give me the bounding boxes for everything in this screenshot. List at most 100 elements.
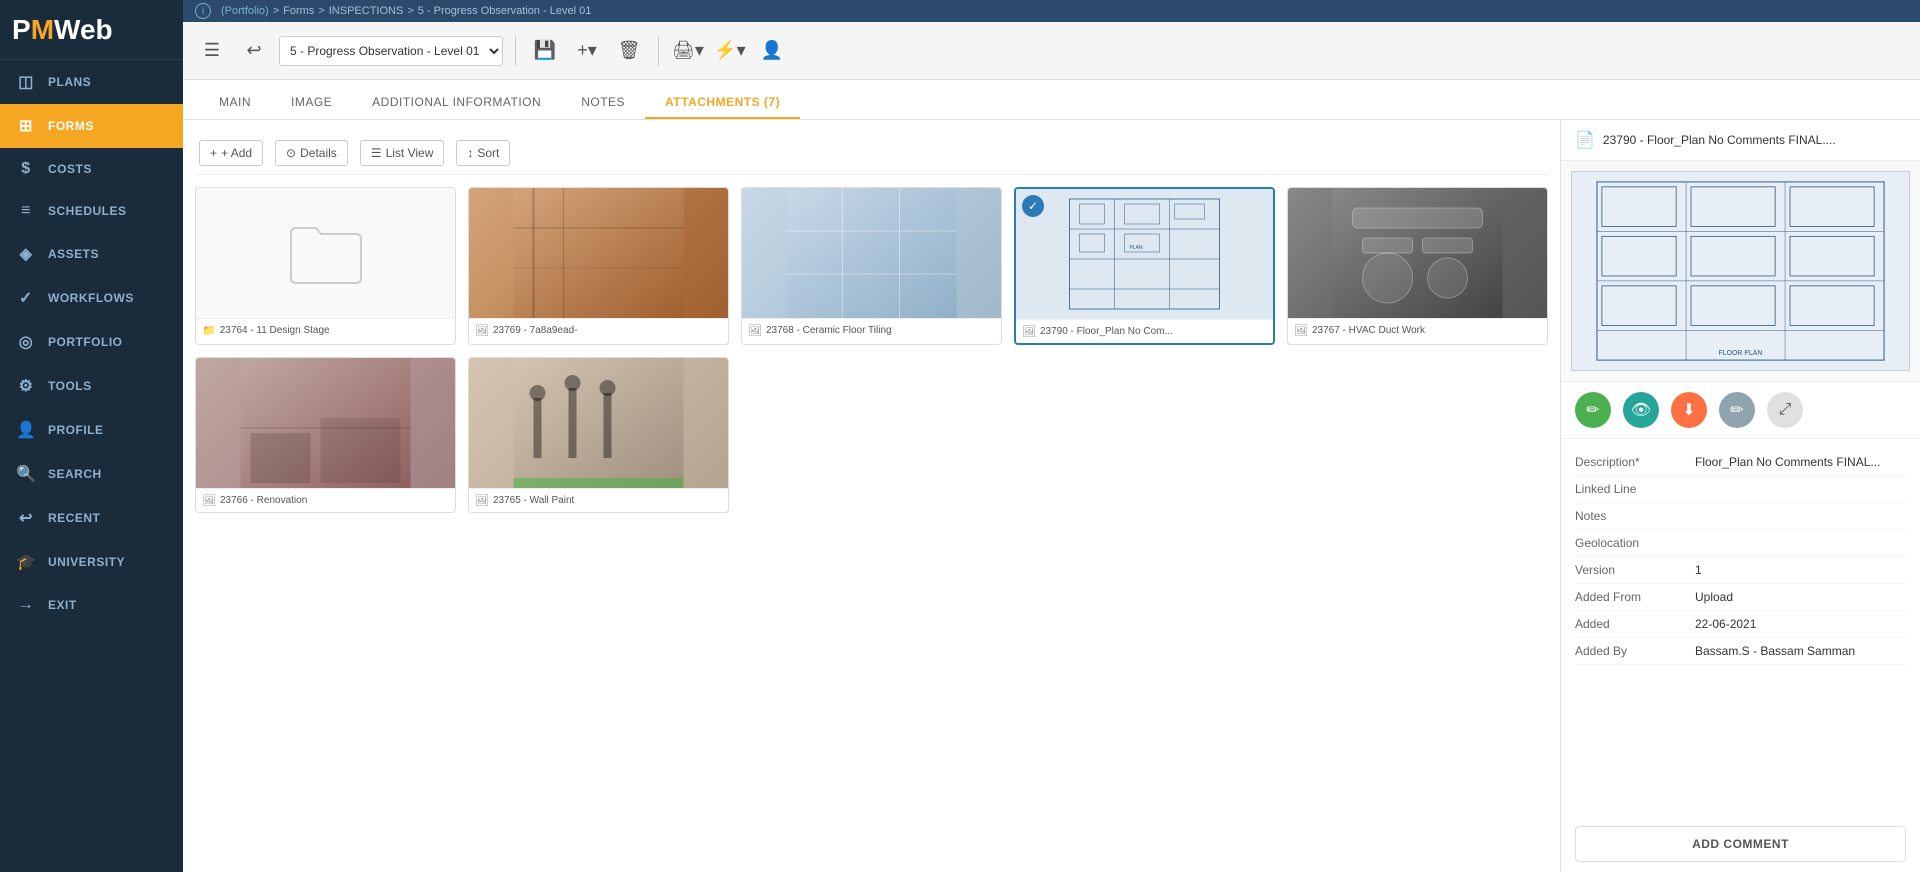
detail-row-added-by: Added By Bassam.S - Bassam Samman <box>1575 638 1906 665</box>
toolbar-separator-1 <box>515 36 516 66</box>
sidebar-item-search[interactable]: 🔍 SEARCH <box>0 452 183 496</box>
image-icon: 🖼 <box>748 324 762 337</box>
sidebar-item-costs[interactable]: $ COSTS <box>0 148 183 190</box>
detail-row-notes: Notes <box>1575 503 1906 530</box>
user-button[interactable]: 👤 <box>755 34 789 68</box>
tab-notes[interactable]: NOTES <box>561 87 645 119</box>
preview-area: FLOOR PLAN <box>1561 161 1920 382</box>
exit-icon: → <box>16 596 36 614</box>
thumbnail-card[interactable]: 🖼 23766 - Renovation <box>195 357 456 513</box>
print-button[interactable]: 🖨▾ <box>671 34 705 68</box>
workflows-icon: ✓ <box>16 288 36 308</box>
thumbnail-image <box>742 188 1001 318</box>
thumbnail-card[interactable]: 📁 23764 - 11 Design Stage <box>195 187 456 345</box>
folder-icon: 📁 <box>202 324 216 337</box>
tab-attachments[interactable]: ATTACHMENTS (7) <box>645 87 800 119</box>
detail-label: Version <box>1575 563 1695 577</box>
portfolio-link[interactable]: (Portfolio) <box>221 5 269 17</box>
profile-icon: 👤 <box>16 420 36 440</box>
detail-row-geolocation: Geolocation <box>1575 530 1906 557</box>
detail-value: 1 <box>1695 563 1906 577</box>
add-attachment-button[interactable]: + + Add <box>199 140 263 166</box>
svg-text:PLAN: PLAN <box>1130 245 1143 251</box>
sidebar-item-portfolio[interactable]: ◎ PORTFOLIO <box>0 320 183 364</box>
detail-row-added-from: Added From Upload <box>1575 584 1906 611</box>
bolt-button[interactable]: ⚡▾ <box>713 34 747 68</box>
sidebar-item-label: PROFILE <box>48 423 104 437</box>
thumbnail-image <box>196 188 455 318</box>
thumbnail-card[interactable]: 🖼 23767 - HVAC Duct Work <box>1287 187 1548 345</box>
search-icon: 🔍 <box>16 464 36 484</box>
add-button[interactable]: +▾ <box>570 34 604 68</box>
logo: PMWeb <box>0 0 183 60</box>
sidebar-item-assets[interactable]: ◈ ASSETS <box>0 232 183 276</box>
view-button[interactable]: 👁 <box>1623 392 1659 428</box>
sidebar-item-label: EXIT <box>48 598 77 612</box>
details-section: Description* Floor_Plan No Comments FINA… <box>1561 439 1920 816</box>
tab-additional[interactable]: ADDITIONAL INFORMATION <box>352 87 561 119</box>
list-button[interactable]: ☰ <box>195 34 229 68</box>
image-icon: 🖼 <box>1294 324 1308 337</box>
thumbnail-card-selected[interactable]: ✓ <box>1014 187 1275 345</box>
forms-icon: ⊞ <box>16 116 36 136</box>
info-icon[interactable]: i <box>195 3 211 19</box>
sidebar: PMWeb ◫ PLANS ⊞ FORMS $ COSTS ≡ SCHEDULE… <box>0 0 183 872</box>
details-icon: ⊙ <box>286 146 296 160</box>
image-icon: 🖼 <box>202 494 216 507</box>
sidebar-item-plans[interactable]: ◫ PLANS <box>0 60 183 104</box>
separator: > <box>273 5 279 17</box>
tabs-bar: MAIN IMAGE ADDITIONAL INFORMATION NOTES … <box>183 80 1920 120</box>
record-select[interactable]: 5 - Progress Observation - Level 01 <box>279 36 503 66</box>
sidebar-item-label: FORMS <box>48 119 94 133</box>
sidebar-item-label: SEARCH <box>48 467 102 481</box>
tab-main[interactable]: MAIN <box>199 87 271 119</box>
sidebar-item-recent[interactable]: ↩ RECENT <box>0 496 183 540</box>
sidebar-item-profile[interactable]: 👤 PROFILE <box>0 408 183 452</box>
download-button[interactable]: ⬇ <box>1671 392 1707 428</box>
sort-button[interactable]: ↕ Sort <box>456 140 510 166</box>
sidebar-item-tools[interactable]: ⚙ TOOLS <box>0 364 183 408</box>
detail-row-description: Description* Floor_Plan No Comments FINA… <box>1575 449 1906 476</box>
sort-icon: ↕ <box>467 146 473 160</box>
detail-label: Linked Line <box>1575 482 1695 496</box>
blueprint-preview: FLOOR PLAN <box>1571 171 1910 371</box>
thumbnail-label: 🖼 23768 - Ceramic Floor Tiling <box>742 318 1001 342</box>
sidebar-item-label: PORTFOLIO <box>48 335 123 349</box>
add-attachment-icon: + <box>210 146 217 160</box>
detail-value: Upload <box>1695 590 1906 604</box>
sidebar-item-label: PLANS <box>48 75 91 89</box>
thumbnail-image: ✓ <box>1016 189 1273 319</box>
sidebar-item-schedules[interactable]: ≡ SCHEDULES <box>0 190 183 232</box>
breadcrumb: i (Portfolio) > Forms > INSPECTIONS > 5 … <box>183 0 1920 22</box>
thumbnail-image <box>196 358 455 488</box>
thumbnail-card[interactable]: 🖼 23765 - Wall Paint <box>468 357 729 513</box>
link-button[interactable]: ✏ <box>1719 392 1755 428</box>
recent-icon: ↩ <box>16 508 36 528</box>
edit-button[interactable]: ✏ <box>1575 392 1611 428</box>
main-area: i (Portfolio) > Forms > INSPECTIONS > 5 … <box>183 0 1920 872</box>
thumbnail-grid: 📁 23764 - 11 Design Stage <box>195 187 1548 513</box>
tab-image[interactable]: IMAGE <box>271 87 352 119</box>
sidebar-item-label: ASSETS <box>48 247 99 261</box>
thumbnail-image <box>469 188 728 318</box>
forms-crumb: Forms <box>283 5 314 17</box>
sidebar-item-university[interactable]: 🎓 UNIVERSITY <box>0 540 183 584</box>
detail-label: Description* <box>1575 455 1695 469</box>
expand-button[interactable]: ⤢ <box>1767 392 1803 428</box>
details-button[interactable]: ⊙ Details <box>275 140 348 166</box>
thumbnail-card[interactable]: 🖼 23768 - Ceramic Floor Tiling <box>741 187 1002 345</box>
delete-button[interactable]: 🗑 <box>612 34 646 68</box>
plans-icon: ◫ <box>16 72 36 92</box>
history-button[interactable]: ↩ <box>237 34 271 68</box>
toolbar-separator-2 <box>658 36 659 66</box>
content-area: + + Add ⊙ Details ☰ List View ↕ Sort <box>183 120 1920 872</box>
thumbnail-card[interactable]: 🖼 23769 - 7a8a9ead- <box>468 187 729 345</box>
sidebar-item-exit[interactable]: → EXIT <box>0 584 183 626</box>
list-view-button[interactable]: ☰ List View <box>360 140 445 166</box>
add-comment-button[interactable]: ADD COMMENT <box>1575 826 1906 862</box>
sidebar-item-forms[interactable]: ⊞ FORMS <box>0 104 183 148</box>
action-bar: + + Add ⊙ Details ☰ List View ↕ Sort <box>195 132 1548 175</box>
list-view-icon: ☰ <box>371 146 382 160</box>
sidebar-item-workflows[interactable]: ✓ WORKFLOWS <box>0 276 183 320</box>
save-button[interactable]: 💾 <box>528 34 562 68</box>
